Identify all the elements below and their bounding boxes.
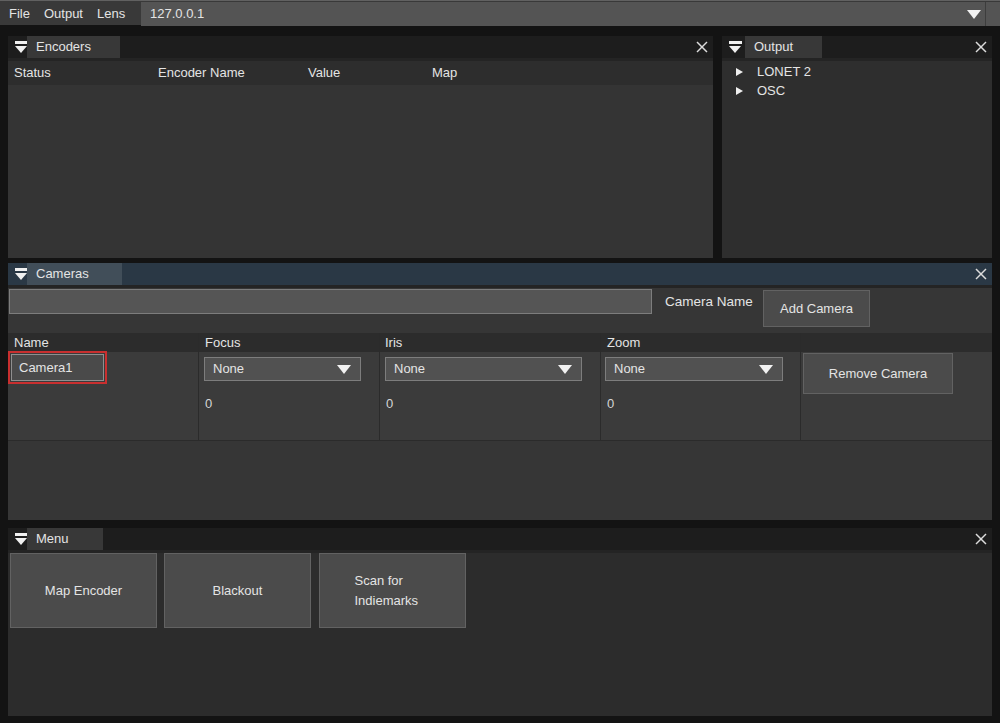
output-titlebar: Output <box>722 36 992 58</box>
encoders-panel: Encoders Status Encoder Name Value Map <box>8 36 713 258</box>
col-encoder-name: Encoder Name <box>158 61 245 85</box>
menu-output[interactable]: Output <box>44 6 83 21</box>
tab-menu[interactable]: Menu <box>27 528 103 550</box>
close-icon[interactable] <box>974 267 988 281</box>
close-icon[interactable] <box>695 40 709 54</box>
focus-dropdown[interactable]: None <box>204 357 361 381</box>
add-camera-button[interactable]: Add Camera <box>763 290 870 327</box>
host-address-value: 127.0.0.1 <box>150 6 204 21</box>
column-divider <box>600 333 601 441</box>
menu-lens[interactable]: Lens <box>97 6 125 21</box>
col-zoom: Zoom <box>607 333 640 352</box>
collapse-icon[interactable] <box>729 41 742 53</box>
tab-cameras-label: Cameras <box>36 266 89 281</box>
chevron-down-icon[interactable] <box>967 10 981 19</box>
zoom-value: 0 <box>607 396 614 411</box>
col-iris: Iris <box>385 333 402 352</box>
menu-titlebar: Menu <box>8 528 992 550</box>
close-icon[interactable] <box>974 40 988 54</box>
col-focus: Focus <box>205 333 240 352</box>
camera-name-label: Camera Name <box>665 289 753 314</box>
tab-output-label: Output <box>754 39 793 54</box>
focus-value: 0 <box>205 396 212 411</box>
tab-cameras[interactable]: Cameras <box>27 263 122 285</box>
map-encoder-button[interactable]: Map Encoder <box>10 553 157 628</box>
remove-camera-button[interactable]: Remove Camera <box>803 353 953 394</box>
combo-divider <box>985 2 986 26</box>
encoders-header: Status Encoder Name Value Map <box>8 61 713 85</box>
col-map: Map <box>432 61 457 85</box>
col-name: Name <box>14 333 49 352</box>
close-icon[interactable] <box>974 532 988 546</box>
menu-panel: Menu Map Encoder Blackout Scan for Indie… <box>8 528 992 716</box>
cameras-panel: Cameras Camera Name Add Camera Name Focu… <box>8 263 992 520</box>
col-status: Status <box>14 61 51 85</box>
column-divider <box>800 333 801 441</box>
tab-menu-label: Menu <box>36 531 69 546</box>
tab-encoders-label: Encoders <box>36 39 91 54</box>
host-address-combo[interactable]: 127.0.0.1 <box>141 2 1000 26</box>
camera-name-input[interactable] <box>9 289 652 314</box>
col-value: Value <box>308 61 340 85</box>
column-divider <box>379 333 380 441</box>
menubar: File Output Lens 127.0.0.1 <box>0 0 1000 25</box>
tab-encoders[interactable]: Encoders <box>27 36 120 58</box>
zoom-dropdown[interactable]: None <box>605 357 783 381</box>
tree-item-label: OSC <box>757 83 785 98</box>
blackout-button[interactable]: Blackout <box>164 553 311 628</box>
scan-indiemarks-button[interactable]: Scan for Indiemarks <box>319 553 466 628</box>
menu-items: File Output Lens <box>9 1 139 25</box>
tree-item-lonet2[interactable]: LONET 2 <box>736 62 811 81</box>
cameras-header: Name Focus Iris Zoom <box>8 333 992 352</box>
focus-dropdown-value: None <box>213 358 244 380</box>
output-panel: Output LONET 2 OSC <box>722 36 992 258</box>
column-divider <box>198 333 199 441</box>
expand-arrow-icon[interactable] <box>736 68 743 76</box>
zoom-dropdown-value: None <box>614 358 645 380</box>
menu-file[interactable]: File <box>9 6 30 21</box>
chevron-down-icon <box>558 365 572 374</box>
tab-output[interactable]: Output <box>745 36 822 58</box>
scan-indiemarks-label: Scan for Indiemarks <box>355 571 431 610</box>
cameras-titlebar: Cameras <box>8 263 992 285</box>
encoders-titlebar: Encoders <box>8 36 713 58</box>
iris-value: 0 <box>386 396 393 411</box>
chevron-down-icon <box>759 365 773 374</box>
tree-item-label: LONET 2 <box>757 64 811 79</box>
encoders-body <box>8 58 713 258</box>
camera-name-cell[interactable]: Camera1 <box>11 354 104 381</box>
iris-dropdown-value: None <box>394 358 425 380</box>
expand-arrow-icon[interactable] <box>736 87 743 95</box>
chevron-down-icon <box>337 365 351 374</box>
iris-dropdown[interactable]: None <box>385 357 582 381</box>
tree-item-osc[interactable]: OSC <box>736 81 785 100</box>
